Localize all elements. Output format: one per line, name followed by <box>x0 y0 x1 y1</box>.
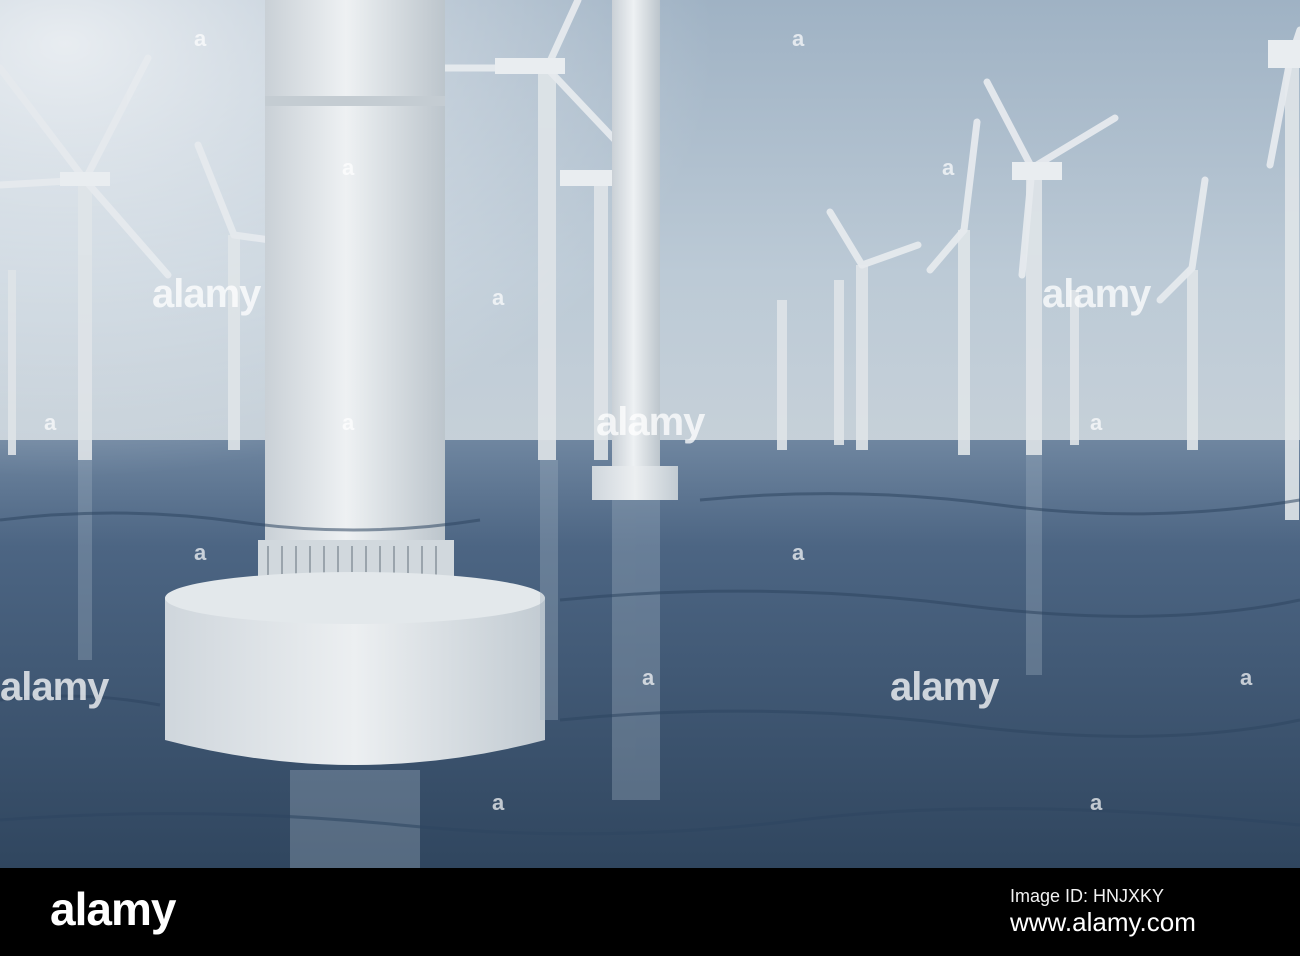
stock-photo-page: alamy alamy alamy alamy alamy a a a a a … <box>0 0 1300 956</box>
image-info: Image ID: HNJXKY www.alamy.com <box>1010 886 1196 938</box>
alamy-logo: alamy <box>50 883 176 935</box>
stock-footer-bar: alamy Image ID: HNJXKY www.alamy.com <box>0 868 1300 956</box>
site-url: www.alamy.com <box>1010 907 1196 937</box>
offshore-wind-farm-photo <box>0 0 1300 868</box>
wind-farm-illustration <box>0 0 1300 868</box>
image-id-label: Image ID: HNJXKY <box>1010 886 1165 906</box>
